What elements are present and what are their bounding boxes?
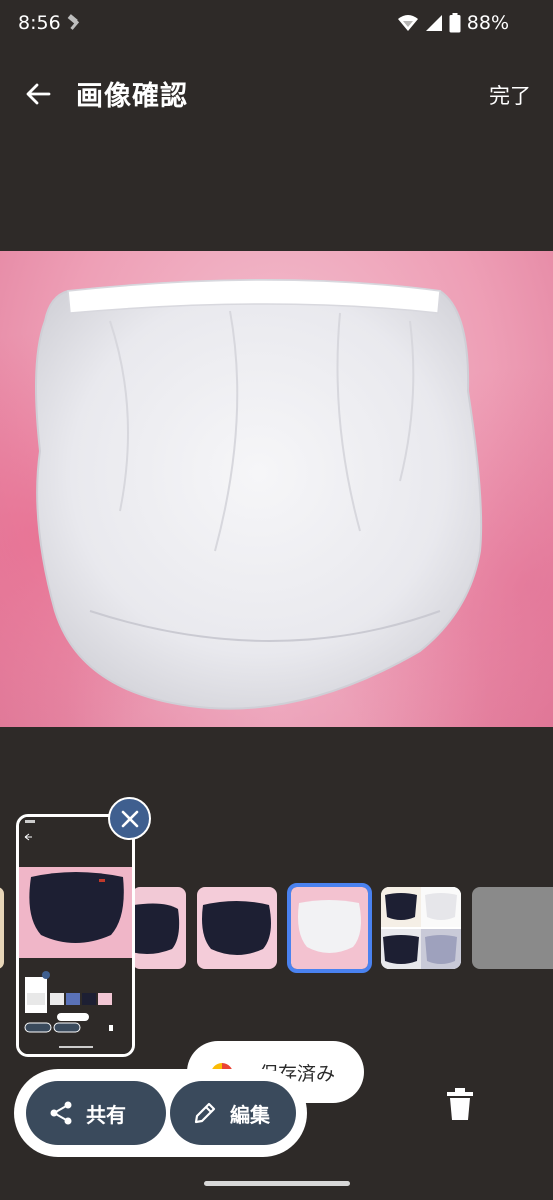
main-photo: [0, 251, 553, 727]
thumbnail[interactable]: [0, 887, 4, 969]
battery-icon: [449, 13, 461, 33]
status-time: 8:56: [18, 12, 61, 34]
pencil-icon: [194, 1102, 216, 1124]
back-button[interactable]: [18, 76, 58, 112]
close-preview-button[interactable]: [108, 797, 151, 840]
close-icon: [121, 810, 138, 827]
hammer-icon: [67, 14, 80, 30]
delete-button[interactable]: [440, 1082, 480, 1126]
action-bar: 共有 編集: [14, 1069, 307, 1157]
edit-button[interactable]: 編集: [170, 1081, 296, 1145]
thumbnail-selected[interactable]: [287, 883, 372, 973]
done-button[interactable]: 完了: [489, 80, 531, 110]
signal-icon: [425, 15, 442, 31]
edit-label: 編集: [230, 1102, 270, 1127]
thumbnail[interactable]: [381, 887, 461, 969]
thumbnail[interactable]: [132, 887, 186, 969]
battery-percent: 88%: [466, 12, 509, 34]
wifi-icon: [397, 15, 418, 31]
home-indicator[interactable]: [204, 1181, 350, 1186]
screenshot-preview[interactable]: [16, 814, 135, 1057]
arrow-left-icon: [26, 83, 51, 105]
share-button[interactable]: 共有: [26, 1081, 166, 1145]
thumbnail[interactable]: [472, 887, 553, 969]
thumbnail[interactable]: [197, 887, 277, 969]
page-title: 画像確認: [76, 81, 188, 112]
preview-image: [19, 817, 132, 1054]
app-bar: 画像確認 完了: [0, 58, 553, 128]
share-icon: [50, 1101, 72, 1125]
trash-icon: [447, 1088, 473, 1120]
photo-content: [35, 279, 483, 710]
status-bar: 8:56 88%: [0, 0, 553, 48]
share-label: 共有: [86, 1102, 126, 1127]
